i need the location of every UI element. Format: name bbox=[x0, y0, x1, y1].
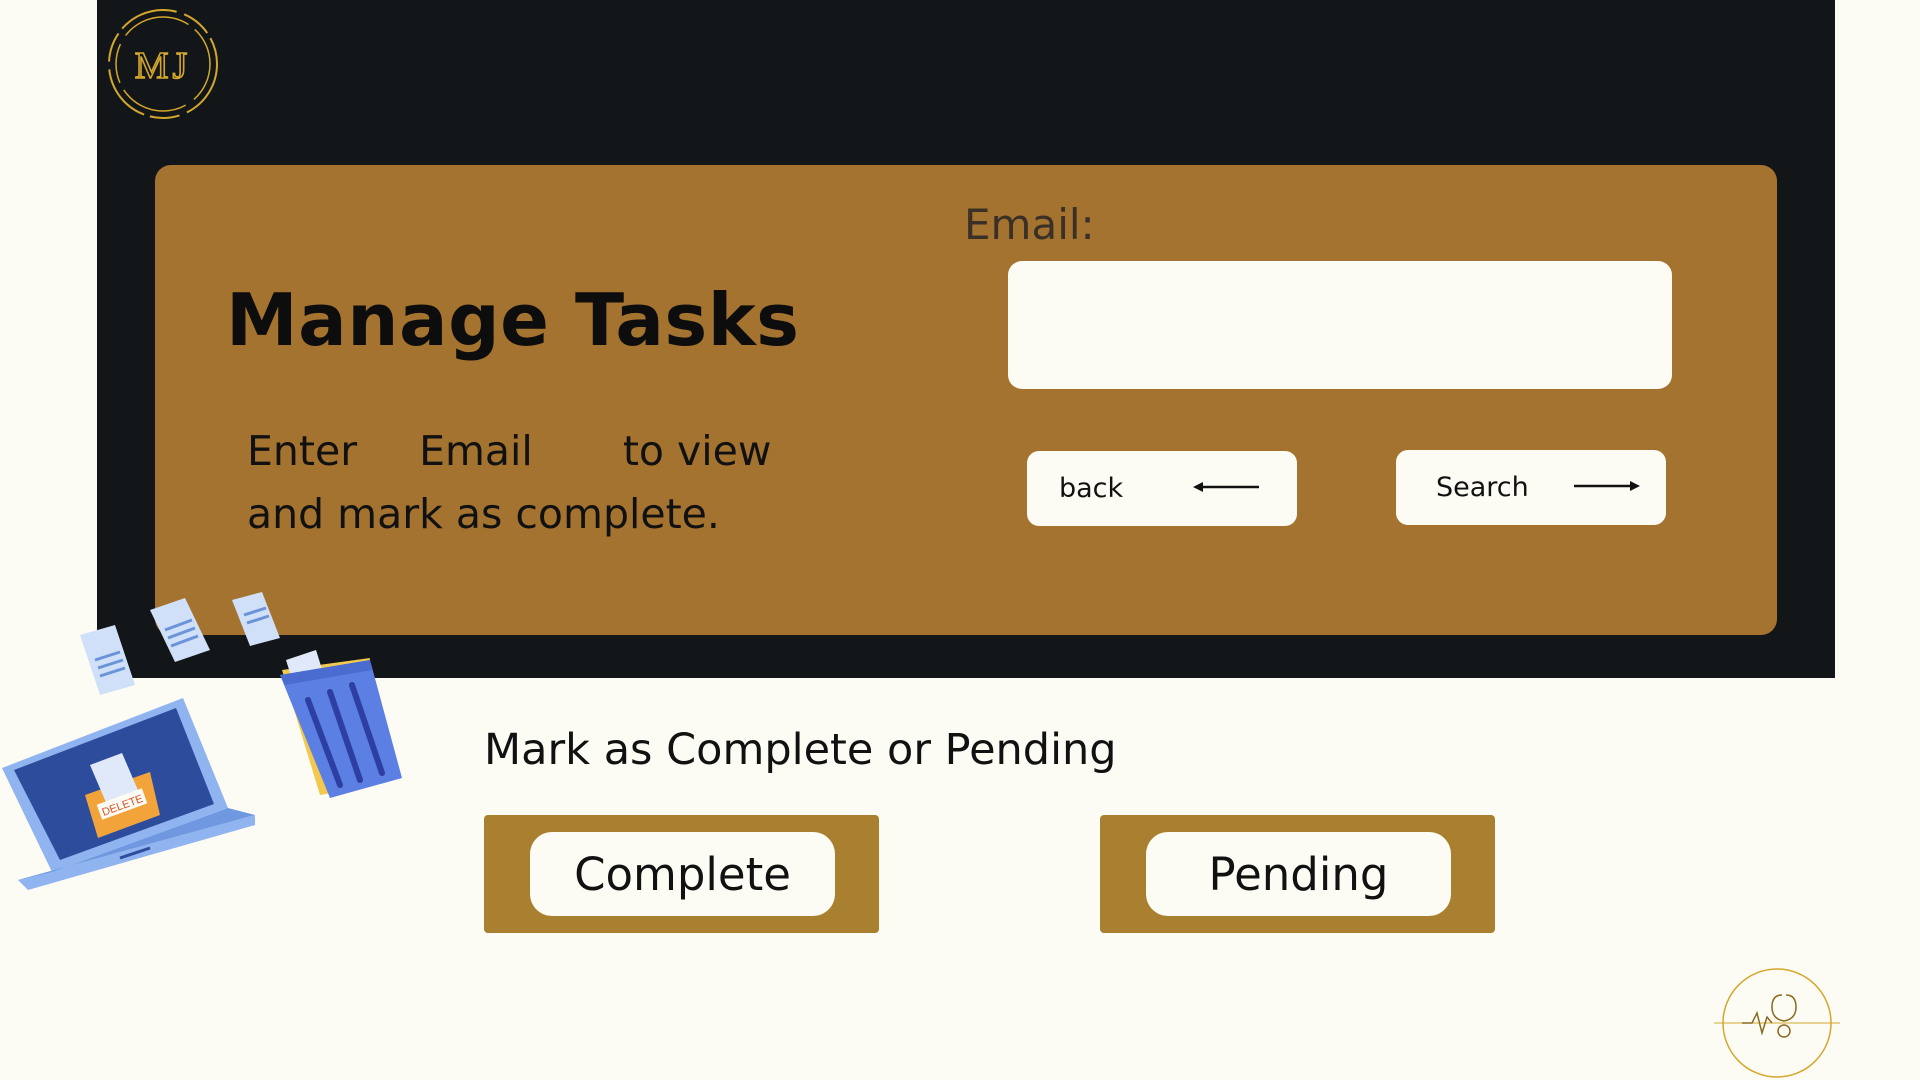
pending-button[interactable]: Pending bbox=[1146, 832, 1451, 916]
arrow-right-icon bbox=[1574, 481, 1640, 491]
status-section-heading: Mark as Complete or Pending bbox=[484, 725, 1117, 775]
instructions-text: Enter Email to view and mark as complete. bbox=[247, 420, 847, 546]
complete-button[interactable]: Complete bbox=[530, 832, 835, 916]
pending-block: Pending bbox=[1100, 815, 1495, 933]
laptop-delete-illustration: DELETE bbox=[2, 592, 402, 890]
document-icon bbox=[80, 625, 135, 695]
complete-block: Complete bbox=[484, 815, 879, 933]
back-button[interactable]: back bbox=[1027, 451, 1297, 526]
document-icon bbox=[150, 598, 210, 662]
email-label: Email: bbox=[964, 200, 1095, 249]
logo-text: MJ bbox=[135, 45, 192, 87]
desc-word-email: Email bbox=[419, 427, 533, 475]
desc-word-to-view: to view bbox=[622, 427, 772, 475]
back-button-label: back bbox=[1059, 473, 1124, 504]
mj-logo-icon: MJ bbox=[108, 9, 218, 119]
page-title: Manage Tasks bbox=[226, 278, 800, 362]
medical-badge-icon bbox=[1714, 968, 1840, 1078]
search-button[interactable]: Search bbox=[1396, 450, 1666, 525]
desc-line-2: and mark as complete. bbox=[247, 490, 720, 538]
desc-word-enter: Enter bbox=[247, 427, 358, 475]
document-icon bbox=[232, 592, 280, 646]
arrow-left-icon bbox=[1193, 482, 1259, 492]
search-button-label: Search bbox=[1436, 472, 1529, 503]
email-input[interactable] bbox=[1008, 261, 1672, 389]
trash-bin-icon bbox=[280, 650, 402, 798]
laptop-icon: DELETE bbox=[2, 698, 255, 890]
